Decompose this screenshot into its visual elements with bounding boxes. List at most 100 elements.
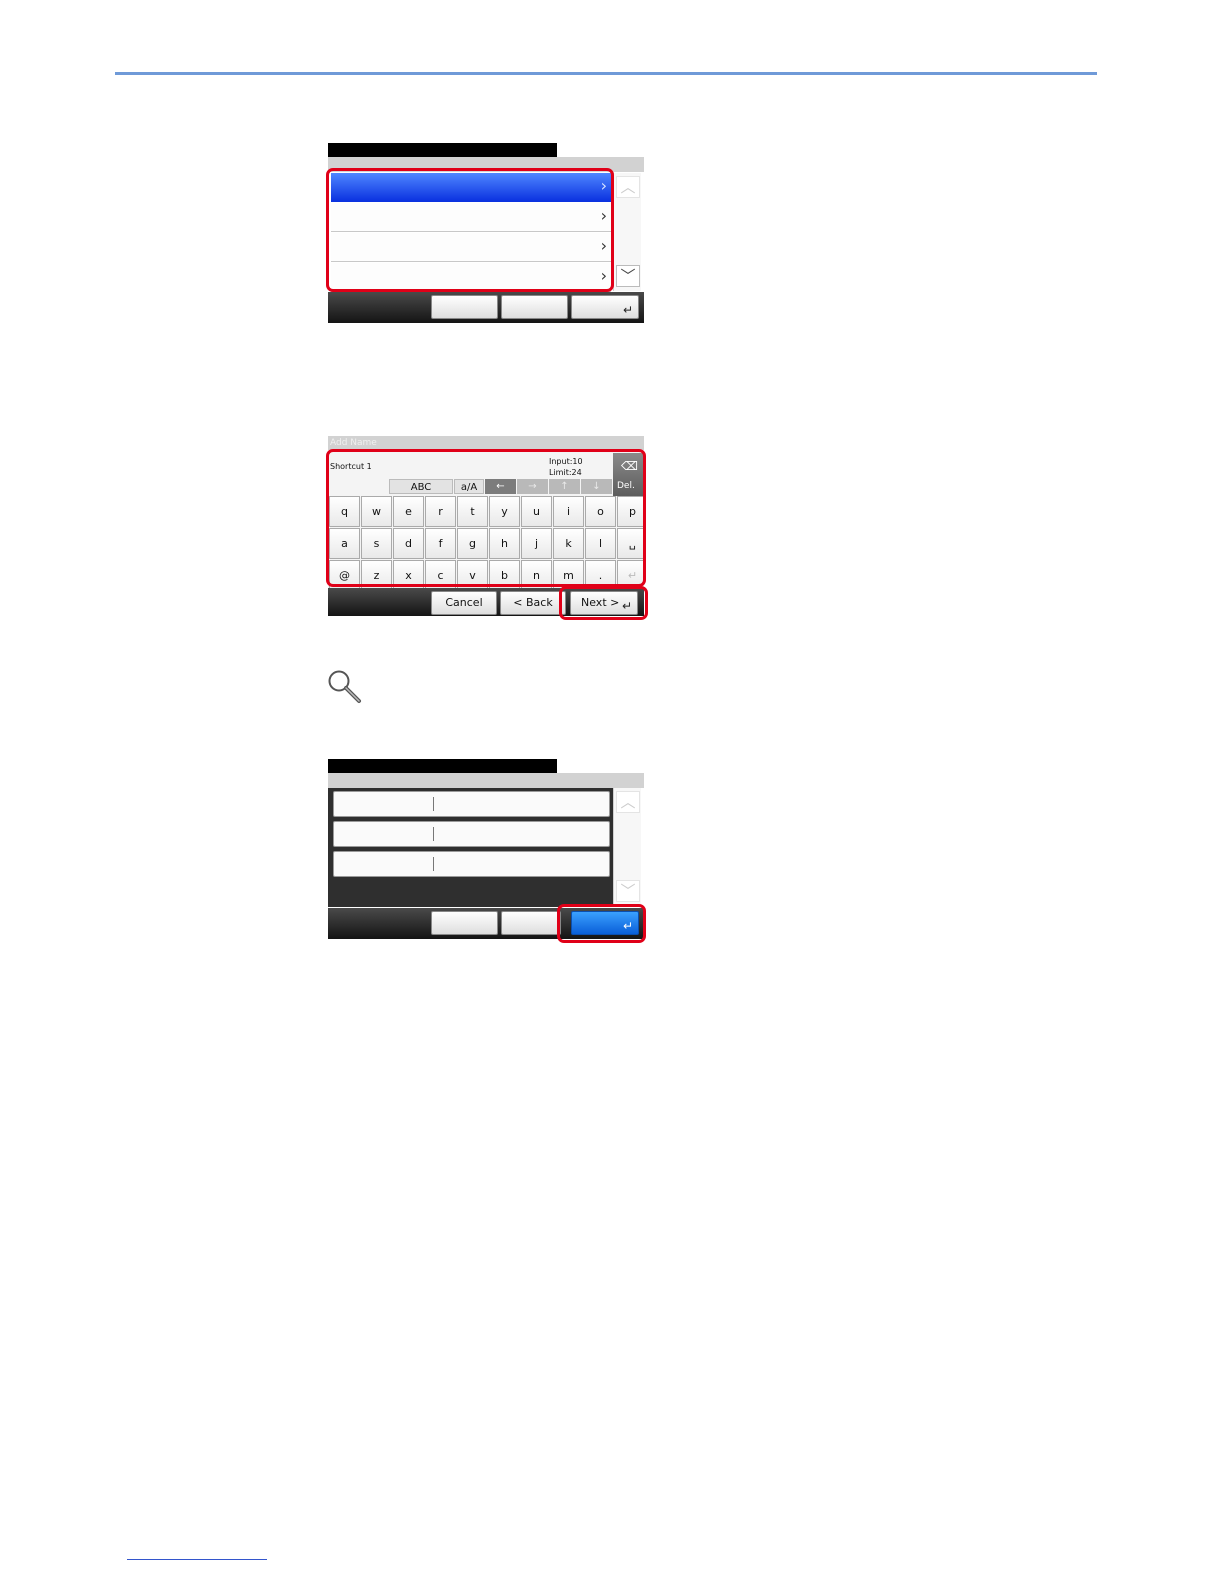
chevron-right-icon: › bbox=[600, 206, 607, 225]
key[interactable]: x bbox=[393, 560, 424, 591]
screen-menu-list: › › › › ︿ ﹀ ↵ bbox=[328, 143, 644, 323]
screen-keyboard: Add Name Shortcut 1 Input:10 Limit:24 ⌫ … bbox=[328, 436, 644, 616]
scrollbar[interactable]: ︿ ﹀ bbox=[613, 788, 641, 907]
cursor-left-button[interactable]: ← bbox=[485, 479, 516, 494]
enter-icon: ↵ bbox=[622, 919, 633, 933]
key[interactable]: i bbox=[553, 496, 584, 527]
mode-abc-label: ABC bbox=[410, 482, 432, 493]
key[interactable]: z bbox=[361, 560, 392, 591]
cursor-right-button[interactable]: → bbox=[517, 479, 548, 494]
back-label: < Back bbox=[513, 596, 553, 609]
chevron-down-icon: ﹀ bbox=[620, 882, 636, 900]
text-input[interactable]: Shortcut 1 bbox=[330, 462, 372, 471]
chevron-right-icon: › bbox=[600, 176, 607, 195]
summary-row[interactable] bbox=[333, 851, 610, 877]
arrow-right-icon: → bbox=[528, 481, 537, 492]
scroll-down-button[interactable]: ﹀ bbox=[616, 265, 640, 287]
arrow-up-icon: ↑ bbox=[560, 481, 569, 492]
key[interactable]: c bbox=[425, 560, 456, 591]
arrow-left-icon: ← bbox=[496, 481, 505, 492]
key[interactable]: v bbox=[457, 560, 488, 591]
key[interactable]: o bbox=[585, 496, 616, 527]
delete-label: Del. bbox=[617, 481, 635, 491]
scrollbar[interactable]: ︿ ﹀ bbox=[613, 173, 641, 291]
space-icon: ␣ bbox=[629, 537, 636, 550]
key[interactable]: r bbox=[425, 496, 456, 527]
key[interactable]: d bbox=[393, 528, 424, 559]
key[interactable]: q bbox=[329, 496, 360, 527]
key[interactable]: h bbox=[489, 528, 520, 559]
key[interactable]: n bbox=[521, 560, 552, 591]
scroll-up-button[interactable]: ︿ bbox=[616, 791, 640, 813]
mode-case-label: a/A bbox=[460, 482, 478, 493]
footer-link-underline bbox=[127, 1559, 267, 1560]
confirm-body bbox=[328, 788, 613, 907]
key[interactable]: g bbox=[457, 528, 488, 559]
scroll-down-button[interactable]: ﹀ bbox=[616, 880, 640, 902]
enter-icon: ↵ bbox=[627, 569, 638, 582]
next-button[interactable]: Next > ↵ bbox=[570, 591, 638, 615]
cursor-down-button[interactable]: ↓ bbox=[581, 479, 612, 494]
cancel-label: Cancel bbox=[445, 596, 483, 609]
key[interactable]: y bbox=[489, 496, 520, 527]
footer-button-2[interactable] bbox=[501, 911, 561, 935]
footer-button-2[interactable] bbox=[501, 295, 568, 319]
screen-header bbox=[328, 157, 644, 172]
mode-case-button[interactable]: a/A bbox=[454, 479, 484, 494]
key[interactable]: s bbox=[361, 528, 392, 559]
chevron-down-icon: ﹀ bbox=[620, 267, 636, 285]
key[interactable]: p bbox=[617, 496, 644, 527]
delete-button[interactable]: ⌫ Del. bbox=[613, 453, 643, 496]
key[interactable]: m bbox=[553, 560, 584, 591]
key[interactable]: @ bbox=[329, 560, 360, 591]
keyboard-title: Add Name bbox=[328, 436, 644, 450]
chevron-up-icon: ︿ bbox=[620, 793, 636, 811]
chevron-right-icon: › bbox=[600, 236, 607, 255]
cancel-button[interactable]: Cancel bbox=[431, 591, 497, 615]
chevron-up-icon: ︿ bbox=[620, 178, 636, 196]
menu-item[interactable]: › bbox=[331, 233, 611, 262]
chevron-right-icon: › bbox=[600, 266, 607, 285]
key[interactable]: f bbox=[425, 528, 456, 559]
enter-key[interactable]: ↵ bbox=[617, 560, 644, 591]
input-count: Input:10 bbox=[549, 457, 583, 466]
mode-abc-button[interactable]: ABC bbox=[389, 479, 453, 494]
enter-icon: ↵ bbox=[622, 303, 633, 317]
scroll-up-button[interactable]: ︿ bbox=[616, 176, 640, 198]
key[interactable]: b bbox=[489, 560, 520, 591]
input-limit: Limit:24 bbox=[549, 468, 582, 477]
key[interactable]: a bbox=[329, 528, 360, 559]
menu-item[interactable]: › bbox=[331, 263, 611, 292]
back-button[interactable]: < Back bbox=[500, 591, 566, 615]
keyboard-area: Shortcut 1 Input:10 Limit:24 ⌫ Del. ABC … bbox=[328, 450, 644, 591]
key[interactable]: t bbox=[457, 496, 488, 527]
key[interactable]: k bbox=[553, 528, 584, 559]
footer-button-1[interactable] bbox=[431, 911, 498, 935]
input-counter: Input:10 Limit:24 bbox=[549, 456, 583, 478]
key[interactable]: j bbox=[521, 528, 552, 559]
summary-row[interactable] bbox=[333, 821, 610, 847]
key[interactable]: e bbox=[393, 496, 424, 527]
menu-item-selected[interactable]: › bbox=[331, 173, 611, 202]
menu-item[interactable]: › bbox=[331, 203, 611, 232]
screen-footer: ↵ bbox=[328, 292, 644, 323]
backspace-icon: ⌫ bbox=[621, 459, 638, 473]
row-separator bbox=[433, 827, 434, 841]
footer-ok-button[interactable]: ↵ bbox=[571, 295, 639, 319]
header-rule bbox=[115, 72, 1097, 75]
space-key[interactable]: ␣ bbox=[617, 528, 644, 559]
screen-title-bar bbox=[328, 143, 557, 157]
key[interactable]: u bbox=[521, 496, 552, 527]
enter-icon: ↵ bbox=[621, 599, 632, 613]
footer-button-1[interactable] bbox=[431, 295, 498, 319]
key[interactable]: w bbox=[361, 496, 392, 527]
footer-ok-button[interactable]: ↵ bbox=[571, 911, 639, 935]
keyboard-footer: Cancel < Back Next > ↵ bbox=[328, 588, 644, 616]
arrow-down-icon: ↓ bbox=[592, 481, 601, 492]
cursor-up-button[interactable]: ↑ bbox=[549, 479, 580, 494]
screen-footer: ↵ bbox=[328, 908, 644, 939]
key[interactable]: l bbox=[585, 528, 616, 559]
summary-row[interactable] bbox=[333, 791, 610, 817]
key[interactable]: . bbox=[585, 560, 616, 591]
row-separator bbox=[433, 857, 434, 871]
